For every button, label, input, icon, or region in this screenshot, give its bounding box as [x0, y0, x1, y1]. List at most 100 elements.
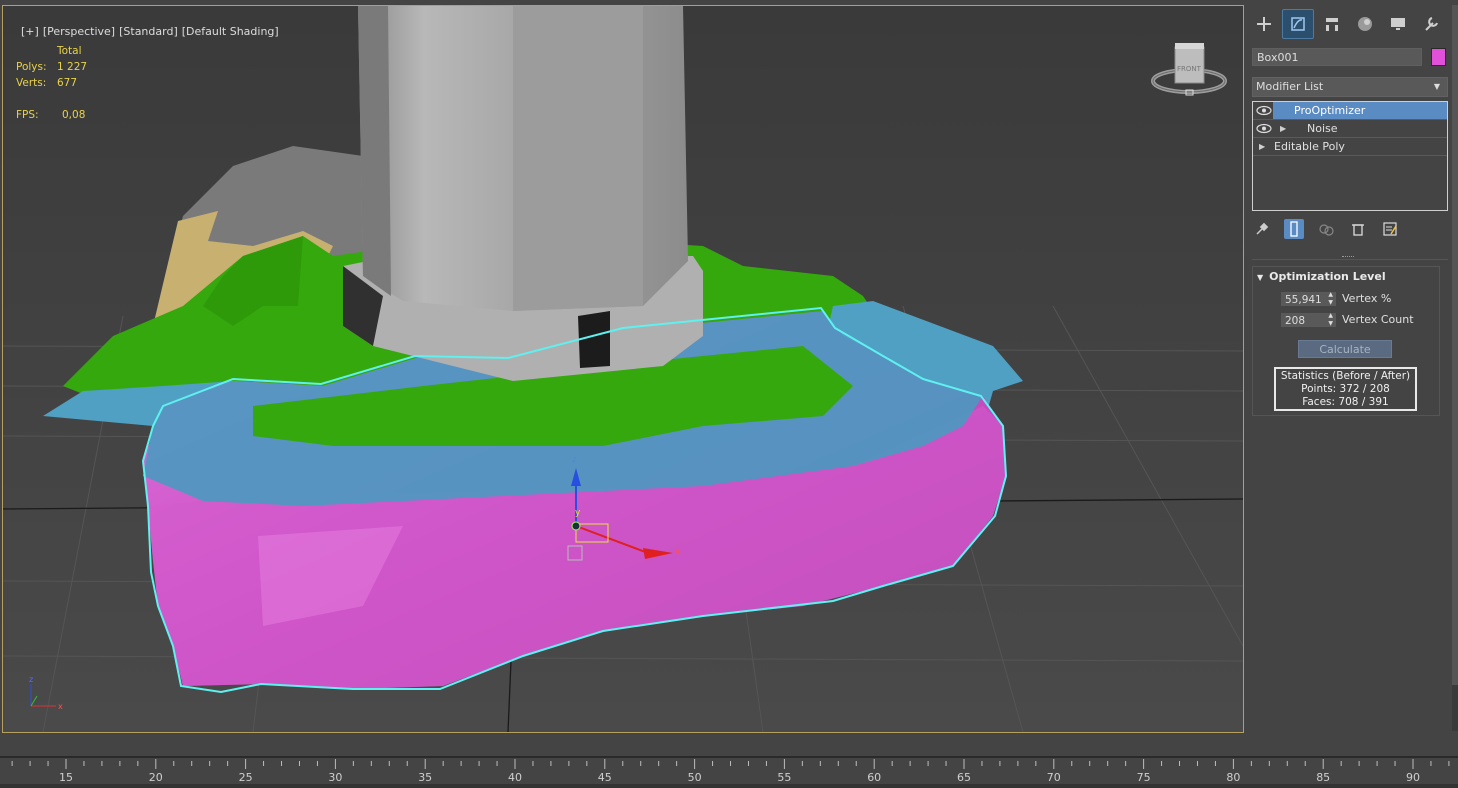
viewcube[interactable]: FRONT: [1148, 41, 1228, 103]
stack-item-label: Noise: [1307, 122, 1338, 135]
timeline-tick-label: 60: [867, 771, 882, 784]
timeline-tick-label: 55: [777, 771, 792, 784]
timeline-tick-label: 70: [1046, 771, 1061, 784]
svg-text:z: z: [572, 455, 577, 465]
perspective-viewport[interactable]: z x y [+] [Perspective] [Standard] [Default…: [2, 5, 1244, 733]
command-panel-tabs: [1246, 5, 1452, 43]
tab-create[interactable]: [1249, 10, 1279, 38]
timeline-tick-label: 50: [687, 771, 702, 784]
tab-modify[interactable]: [1282, 9, 1314, 39]
optimization-level-rollout: ▼ Optimization Level 55,941 ▲ ▼ Vertex % 2…: [1252, 266, 1440, 416]
object-name-field[interactable]: Box001: [1252, 48, 1422, 66]
polys-value: 1 227: [57, 61, 88, 73]
remove-modifier-button[interactable]: [1348, 219, 1368, 239]
stack-item-label: ProOptimizer: [1273, 102, 1447, 119]
calculate-button[interactable]: Calculate: [1298, 340, 1392, 358]
verts-value: 677: [57, 77, 78, 89]
vertex-count-spinner[interactable]: 208 ▲ ▼: [1281, 312, 1336, 328]
stack-item-noise[interactable]: ▶ Noise: [1253, 120, 1447, 138]
viewport-shading[interactable]: [Default Shading]: [182, 25, 279, 38]
configure-icon: [1383, 222, 1397, 236]
statistics-overlay: Total Polys: 1 227 Verts: 677 FPS: 0,08: [16, 43, 87, 123]
statistics-points: Points: 372 / 208: [1301, 383, 1390, 395]
fps-label: FPS:: [16, 109, 39, 121]
statistics-faces: Faces: 708 / 391: [1302, 396, 1389, 408]
vertex-count-value: 208: [1285, 314, 1306, 327]
timeline-tick-label: 90: [1406, 771, 1420, 784]
timeline-tick-label: 40: [508, 771, 522, 784]
pin-stack-button[interactable]: [1252, 219, 1272, 239]
motion-icon: [1358, 17, 1372, 31]
tab-display[interactable]: [1383, 10, 1413, 38]
timeline-tick-label: 35: [418, 771, 433, 784]
modifier-list-label: Modifier List: [1256, 80, 1324, 93]
hierarchy-icon: [1326, 18, 1338, 31]
viewport-point-of-view[interactable]: [Perspective]: [43, 25, 115, 38]
timeline-ruler[interactable]: 15 20 25 30 35 40 45 50 55 60 65 70 75 80 85 90: [0, 733, 1458, 788]
trash-icon: [1352, 224, 1364, 236]
statistics-box: Statistics (Before / After) Points: 372 …: [1274, 367, 1417, 411]
make-unique-button[interactable]: [1316, 219, 1336, 239]
timeline-tick-label: 75: [1136, 771, 1151, 784]
end-result-icon: [1290, 221, 1298, 237]
eye-icon[interactable]: [1256, 123, 1272, 134]
vertex-percent-row: 55,941 ▲ ▼ Vertex %: [1281, 291, 1391, 306]
timeline-tick-label: 85: [1316, 771, 1331, 784]
tab-utilities[interactable]: [1416, 10, 1446, 38]
world-axis-tripod: z x: [29, 676, 63, 711]
stack-toolbar: [1252, 218, 1448, 240]
stack-item-prooptimizer[interactable]: ProOptimizer: [1253, 102, 1447, 120]
timeline-tick-label: 65: [957, 771, 971, 784]
timeline-tick-label: 45: [597, 771, 612, 784]
timeline-tick-label: 15: [59, 771, 73, 784]
stats-header: Total: [57, 45, 82, 57]
svg-text:x: x: [58, 702, 63, 711]
timeline-tick-label: 80: [1226, 771, 1241, 784]
scene-render[interactable]: z x y: [3, 6, 1243, 732]
spinner-arrows-icon[interactable]: ▲ ▼: [1328, 291, 1333, 307]
divider: [1252, 259, 1448, 260]
chevron-down-icon: ▼: [1433, 82, 1440, 91]
svg-text:y: y: [575, 508, 581, 518]
modifier-stack[interactable]: ProOptimizer ▶ Noise ▶ Editable Poly: [1252, 101, 1448, 211]
tab-motion[interactable]: [1350, 10, 1380, 38]
vertex-count-label: Vertex Count: [1342, 313, 1414, 326]
timeline-tick-label: 20: [148, 771, 163, 784]
vertex-percent-spinner[interactable]: 55,941 ▲ ▼: [1281, 291, 1336, 307]
svg-text:x: x: [675, 547, 681, 557]
fps-value: 0,08: [62, 109, 86, 121]
configure-modifier-sets-button[interactable]: [1380, 219, 1400, 239]
command-panel: Box001 Modifier List ▼ ProOptimizer ▶ No…: [1246, 5, 1452, 731]
rollout-title: Optimization Level: [1269, 270, 1386, 283]
pin-icon: [1256, 222, 1269, 235]
collapse-triangle-icon: ▼: [1257, 273, 1264, 282]
modify-icon: [1291, 17, 1305, 31]
vertex-percent-value: 55,941: [1285, 293, 1322, 306]
verts-label: Verts:: [16, 77, 47, 89]
rollout-header[interactable]: ▼ Optimization Level: [1257, 270, 1386, 283]
make-unique-icon: [1319, 224, 1334, 236]
svg-text:z: z: [29, 676, 33, 684]
viewcube-face-label: FRONT: [1177, 65, 1202, 73]
scrollbar-thumb[interactable]: [1452, 5, 1458, 685]
timeline-tick-label: 30: [328, 771, 343, 784]
display-icon: [1391, 18, 1405, 30]
utilities-icon: [1425, 17, 1438, 31]
polys-label: Polys:: [16, 61, 47, 73]
vertex-count-row: 208 ▲ ▼ Vertex Count: [1281, 312, 1414, 327]
stack-item-editable-poly[interactable]: ▶ Editable Poly: [1253, 138, 1447, 156]
vertex-percent-label: Vertex %: [1342, 292, 1392, 305]
modifier-list-dropdown[interactable]: Modifier List ▼: [1252, 77, 1448, 97]
spinner-arrows-icon[interactable]: ▲ ▼: [1328, 312, 1333, 328]
show-end-result-button[interactable]: [1284, 219, 1304, 239]
tab-hierarchy[interactable]: [1317, 10, 1347, 38]
statistics-title: Statistics (Before / After): [1280, 370, 1411, 382]
eye-icon[interactable]: [1256, 105, 1272, 116]
stack-item-label: Editable Poly: [1274, 140, 1345, 153]
object-color-swatch[interactable]: [1431, 48, 1446, 66]
command-panel-scrollbar[interactable]: [1452, 5, 1458, 731]
viewport-standard[interactable]: [Standard]: [119, 25, 178, 38]
timeline-tick-label: 25: [238, 771, 253, 784]
create-icon: [1257, 17, 1271, 31]
viewport-menu-plus[interactable]: [+]: [21, 25, 39, 38]
